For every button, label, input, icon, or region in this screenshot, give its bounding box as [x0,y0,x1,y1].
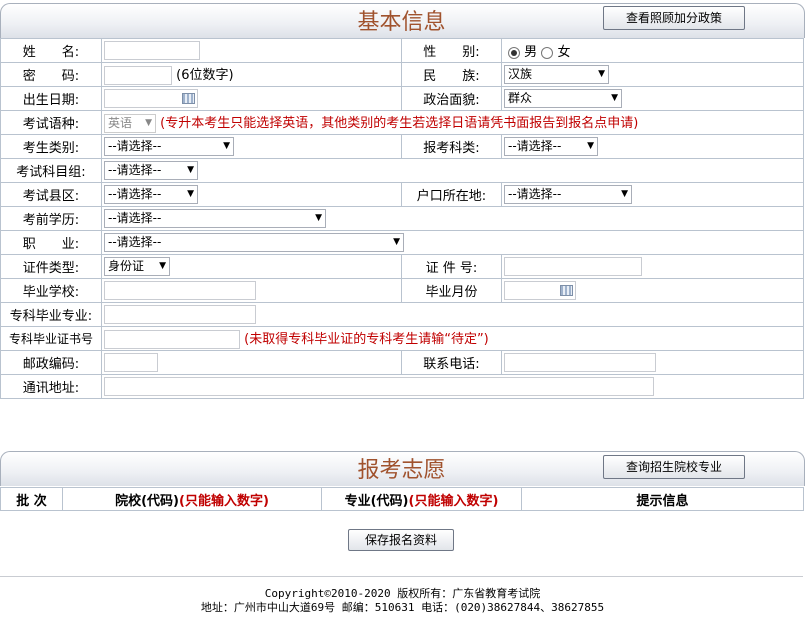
hukou-label: 户口所在地: [401,182,502,207]
password-label: 密 码: [0,62,102,87]
wish-table: 批 次 院校(代码)(只能输入数字) 专业(代码)(只能输入数字) 提示信息 [0,487,804,511]
idno-input[interactable] [504,257,642,276]
calendar-icon[interactable] [560,285,573,296]
gender-female-radio[interactable] [541,46,554,59]
school-input[interactable] [104,281,256,300]
county-select[interactable]: --请选择-- ▼ [104,185,198,204]
political-select[interactable]: 群众 ▼ [504,89,622,108]
address-label: 通讯地址: [0,374,102,399]
password-input[interactable] [104,66,172,85]
school-label: 毕业学校: [0,278,102,303]
col-school: 院校(代码)(只能输入数字) [62,487,322,511]
category-select[interactable]: --请选择-- ▼ [104,137,234,156]
idno-label: 证 件 号: [401,254,502,279]
address-input[interactable] [104,377,654,396]
phone-label: 联系电话: [401,350,502,375]
subject-label: 报考科类: [401,134,502,159]
phone-input[interactable] [504,353,656,372]
basic-info-form: 姓 名: 性 别: 男 女 密 码: (6位数字) 民 族: 汉族 ▼ 出生日期:… [0,38,804,399]
footer-address: 地址：广州市中山大道69号 邮编：510631 电话：(020)38627844… [200,601,605,614]
ethnicity-select[interactable]: 汉族 ▼ [504,65,609,84]
education-select[interactable]: --请选择-- ▼ [104,209,326,228]
cert-label: 专科毕业证书号 [0,326,102,351]
county-label: 考试县区: [0,182,102,207]
calendar-icon[interactable] [182,93,195,104]
name-label: 姓 名: [0,38,102,63]
language-label: 考试语种: [0,110,102,135]
education-label: 考前学历: [0,206,102,231]
wish-table-header: 批 次 院校(代码)(只能输入数字) 专业(代码)(只能输入数字) 提示信息 [0,487,804,511]
gender-male-radio[interactable] [508,46,520,59]
birthdate-label: 出生日期: [0,86,102,111]
gender-female-label: 女 [557,45,571,60]
major-label: 专科毕业专业: [0,302,102,327]
subject-group-label: 考试科目组: [0,158,102,183]
view-bonus-policy-button[interactable]: 查看照顾加分政策 [603,6,745,30]
gender-male-label: 男 [524,45,538,60]
gradmonth-input[interactable] [504,281,576,300]
political-label: 政治面貌: [401,86,502,111]
col-major: 专业(代码)(只能输入数字) [321,487,522,511]
subject-select[interactable]: --请选择-- ▼ [504,137,598,156]
idtype-select[interactable]: 身份证 ▼ [104,257,170,276]
col-tip: 提示信息 [521,487,804,511]
occupation-select[interactable]: --请选择-- ▼ [104,233,404,252]
language-select[interactable]: 英语 ▼ [104,114,156,133]
cert-input[interactable] [104,330,240,349]
hukou-select[interactable]: --请选择-- ▼ [504,185,632,204]
footer-divider [0,576,803,577]
name-input[interactable] [104,41,200,60]
idtype-label: 证件类型: [0,254,102,279]
gender-label: 性 别: [401,38,502,63]
password-hint: (6位数字) [176,68,234,83]
col-batch: 批 次 [0,487,63,511]
zip-label: 邮政编码: [0,350,102,375]
query-schools-button[interactable]: 查询招生院校专业 [603,455,745,479]
ethnicity-label: 民 族: [401,62,502,87]
subject-group-select[interactable]: --请选择-- ▼ [104,161,198,180]
birthdate-input[interactable] [104,89,198,108]
occupation-label: 职 业: [0,230,102,255]
language-note: (专升本考生只能选择英语，其他类别的考生若选择日语请凭书面报告到报名点申请) [160,116,639,131]
major-input[interactable] [104,305,256,324]
gradmonth-label: 毕业月份 [401,278,502,303]
category-label: 考生类别: [0,134,102,159]
save-button[interactable]: 保存报名资料 [348,529,454,551]
cert-note: (未取得专科毕业证的专科考生请输“待定”) [244,332,489,347]
zip-input[interactable] [104,353,158,372]
